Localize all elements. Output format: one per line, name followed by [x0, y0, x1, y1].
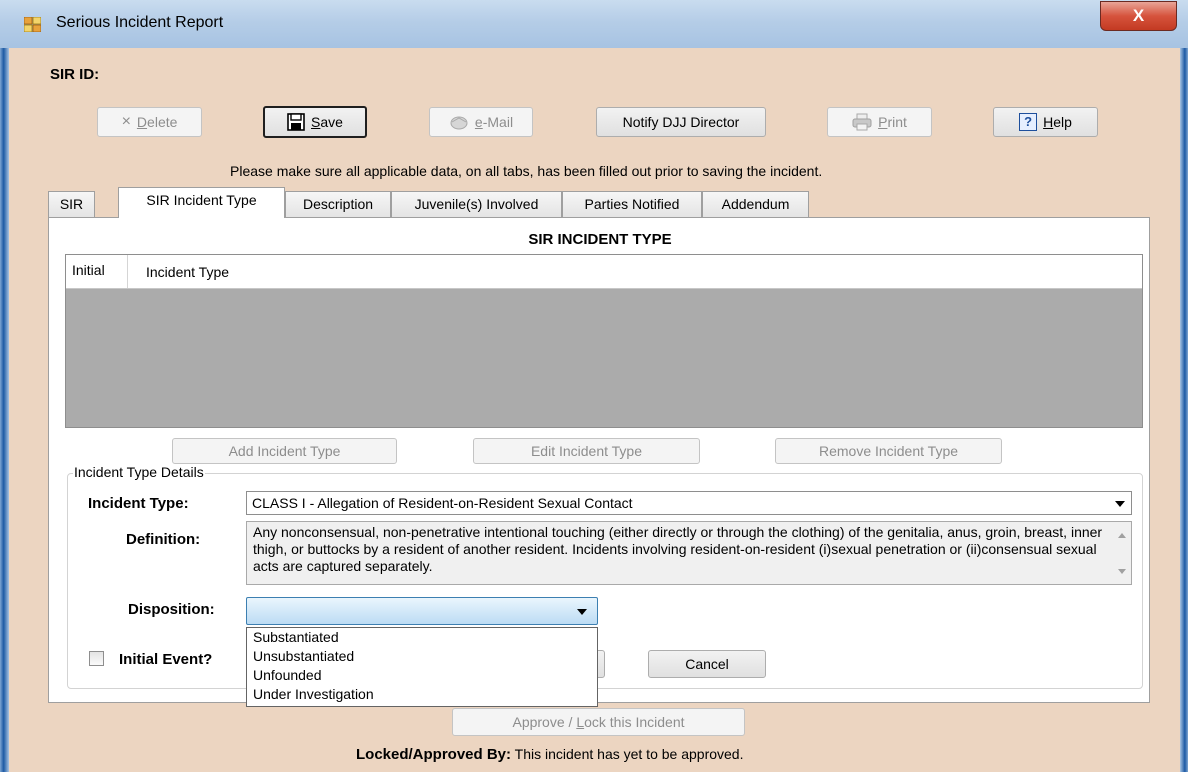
sir-id-label: SIR ID:: [50, 66, 100, 83]
disposition-dropdown-list[interactable]: Substantiated Unsubstantiated Unfounded …: [246, 627, 598, 707]
definition-label: Definition:: [126, 531, 201, 548]
tab-sir-label: SIR: [59, 196, 84, 212]
email-label: e-Mail: [474, 114, 514, 130]
disposition-label: Disposition:: [128, 601, 215, 618]
incident-type-select[interactable]: CLASS I - Allegation of Resident-on-Resi…: [246, 491, 1132, 515]
tab-parties-notified[interactable]: Parties Notified: [562, 191, 702, 217]
incident-type-grid[interactable]: Initial Incident Type: [65, 254, 1143, 428]
tab-description-label: Description: [302, 196, 374, 212]
notify-djj-director-label: Notify DJJ Director: [622, 114, 740, 130]
save-label: Save: [311, 114, 343, 130]
definition-textbox[interactable]: Any nonconsensual, non-penetrative inten…: [246, 521, 1132, 585]
remove-incident-type-label: Remove Incident Type: [818, 443, 959, 459]
tab-description[interactable]: Description: [285, 191, 391, 217]
column-divider: [127, 255, 128, 288]
app-form-icon: [24, 17, 41, 32]
cancel-label: Cancel: [685, 656, 729, 672]
scroll-down-icon: [1118, 569, 1126, 574]
save-button[interactable]: Save: [263, 106, 367, 138]
definition-text: Any nonconsensual, non-penetrative inten…: [253, 524, 1103, 574]
tab-parties-notified-label: Parties Notified: [584, 196, 680, 212]
window-frame-left: [0, 48, 9, 772]
close-icon: X: [1132, 6, 1145, 25]
scroll-up-icon: [1118, 533, 1126, 538]
edit-incident-type-button[interactable]: Edit Incident Type: [473, 438, 700, 464]
incident-type-panel: SIR INCIDENT TYPE Initial Incident Type …: [48, 217, 1150, 703]
app-window: Serious Incident Report X SIR ID: × Dele…: [0, 0, 1188, 772]
save-instructions-note: Please make sure all applicable data, on…: [230, 163, 823, 179]
tab-sir-incident-type-label: SIR Incident Type: [146, 192, 257, 208]
chevron-down-icon: [1115, 501, 1125, 507]
remove-incident-type-button[interactable]: Remove Incident Type: [775, 438, 1002, 464]
tab-juveniles-involved-label: Juvenile(s) Involved: [414, 196, 539, 212]
dropdown-option[interactable]: Unfounded: [247, 666, 597, 685]
notify-djj-director-button[interactable]: Notify DJJ Director: [596, 107, 766, 137]
delete-button[interactable]: × Delete: [97, 107, 202, 137]
help-icon: ?: [1019, 113, 1038, 131]
help-label: Help: [1043, 114, 1072, 130]
incident-type-label: Incident Type:: [88, 495, 189, 512]
add-incident-type-button[interactable]: Add Incident Type: [172, 438, 397, 464]
grid-header: Initial Incident Type: [66, 255, 1142, 289]
dropdown-option[interactable]: Under Investigation: [247, 685, 597, 704]
help-button[interactable]: ? Help: [993, 107, 1098, 137]
initial-event-checkbox[interactable]: [89, 651, 104, 666]
close-button[interactable]: X: [1100, 1, 1177, 31]
approve-lock-incident-button[interactable]: Approve / Lock this Incident: [452, 708, 745, 736]
tab-sir[interactable]: SIR: [48, 191, 95, 217]
section-title: SIR INCIDENT TYPE: [528, 231, 672, 248]
locked-approved-value: This incident has yet to be approved.: [514, 746, 744, 762]
dropdown-option[interactable]: Unsubstantiated: [247, 647, 597, 666]
column-header-initial[interactable]: Initial: [72, 262, 105, 278]
initial-event-label: Initial Event?: [119, 651, 213, 668]
column-header-incident-type[interactable]: Incident Type: [146, 264, 229, 280]
title-bar[interactable]: Serious Incident Report X: [0, 0, 1188, 48]
printer-icon: [852, 113, 872, 131]
delete-label: Delete: [136, 114, 178, 130]
add-incident-type-label: Add Incident Type: [228, 443, 341, 459]
window-frame-right: [1180, 48, 1188, 772]
tab-addendum[interactable]: Addendum: [702, 191, 809, 217]
disposition-select[interactable]: [246, 597, 598, 625]
chevron-down-icon: [577, 609, 587, 615]
cancel-button[interactable]: Cancel: [648, 650, 766, 678]
window-title: Serious Incident Report: [56, 14, 224, 31]
locked-approved-label: Locked/Approved By:: [356, 746, 512, 763]
edit-incident-type-label: Edit Incident Type: [530, 443, 643, 459]
definition-scrollbar[interactable]: [1113, 522, 1131, 584]
dropdown-option[interactable]: Substantiated: [247, 628, 597, 647]
email-button[interactable]: e-Mail: [429, 107, 533, 137]
group-legend: Incident Type Details: [73, 464, 205, 480]
approve-lock-label: Approve / Lock this Incident: [512, 714, 685, 730]
locked-approved-status: Locked/Approved By: This incident has ye…: [356, 746, 743, 763]
tab-juveniles-involved[interactable]: Juvenile(s) Involved: [391, 191, 562, 217]
email-icon: [450, 116, 468, 130]
tab-addendum-label: Addendum: [721, 196, 790, 212]
floppy-disk-icon: [287, 113, 305, 131]
delete-icon: ×: [121, 113, 131, 130]
tab-sir-incident-type[interactable]: SIR Incident Type: [118, 187, 285, 218]
print-label: Print: [878, 114, 907, 130]
incident-type-value: CLASS I - Allegation of Resident-on-Resi…: [252, 495, 633, 511]
print-button[interactable]: Print: [827, 107, 932, 137]
